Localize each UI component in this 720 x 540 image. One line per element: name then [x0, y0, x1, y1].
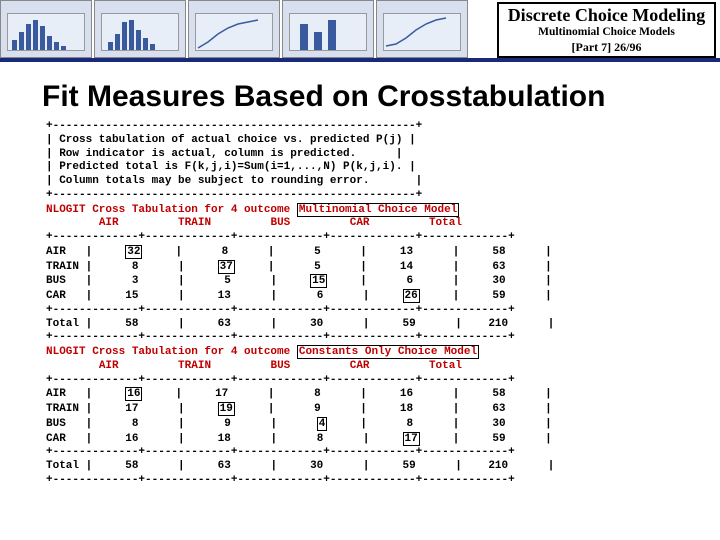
nlogit-title: NLOGIT Cross Tabulation for 4 outcome: [46, 204, 297, 216]
diag-cell: 4: [317, 417, 328, 431]
thumb: [94, 0, 186, 58]
diag-cell: 26: [403, 289, 420, 303]
header-part: [Part 7] 26/96: [499, 40, 714, 55]
title-box: Discrete Choice Modeling Multinomial Cho…: [497, 2, 716, 58]
thumb: [282, 0, 374, 58]
diag-cell: 37: [218, 260, 235, 274]
thumbnail-strip: [0, 0, 470, 58]
nlogit-title: NLOGIT Cross Tabulation for 4 outcome: [46, 346, 297, 358]
box-line: Column totals may be subject to rounding…: [59, 175, 369, 187]
thumb: [0, 0, 92, 58]
page-title: Fit Measures Based on Crosstabulation: [42, 80, 720, 114]
box-line: Cross tabulation of actual choice vs. pr…: [59, 134, 402, 146]
output-block: +---------------------------------------…: [46, 120, 720, 488]
diag-cell: 19: [218, 402, 235, 416]
thumb: [376, 0, 468, 58]
model-name: Constants Only Choice Model: [297, 345, 479, 359]
header-subtitle: Multinomial Choice Models: [499, 26, 714, 38]
header: Discrete Choice Modeling Multinomial Cho…: [0, 0, 720, 62]
diag-cell: 15: [310, 274, 327, 288]
diag-cell: 17: [403, 432, 420, 446]
diag-cell: 16: [125, 387, 142, 401]
diag-cell: 32: [125, 245, 142, 259]
thumb: [188, 0, 280, 58]
box-line: Predicted total is F(k,j,i)=Sum(i=1,...,…: [59, 161, 402, 173]
header-title: Discrete Choice Modeling: [499, 5, 714, 26]
model-name: Multinomial Choice Model: [297, 203, 459, 217]
box-line: Row indicator is actual, column is predi…: [59, 148, 356, 160]
